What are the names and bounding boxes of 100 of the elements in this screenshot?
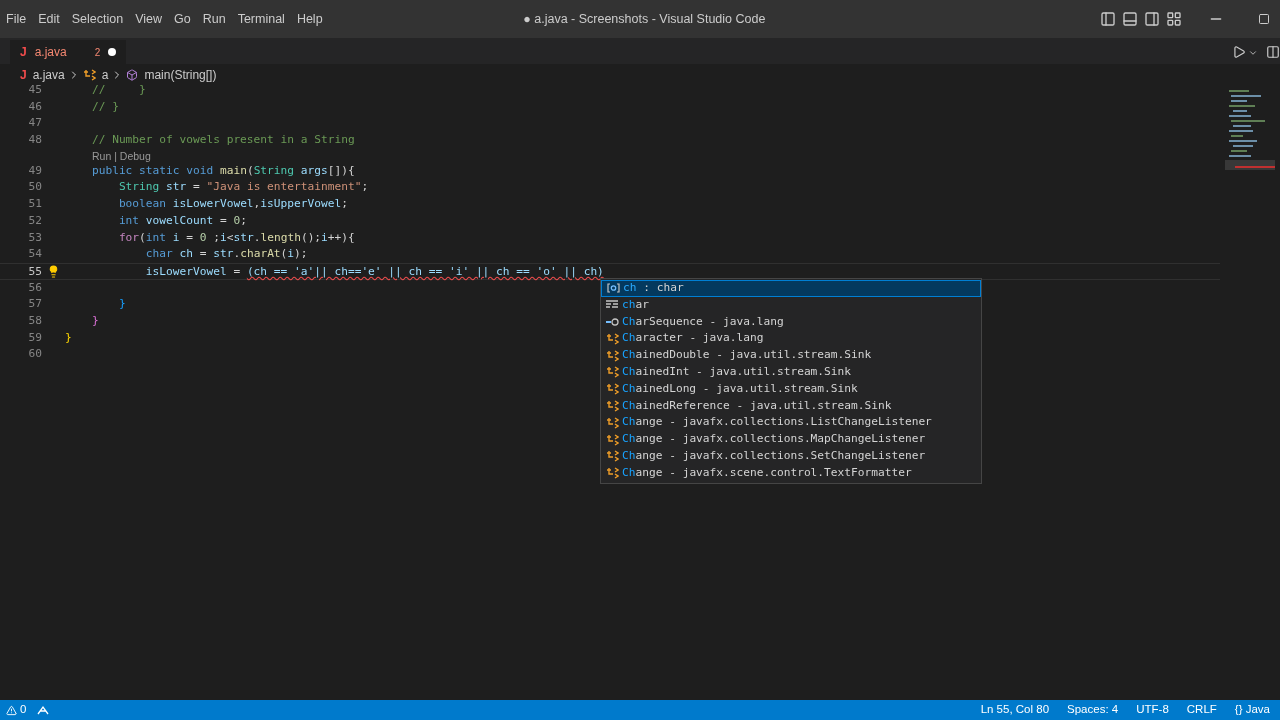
class-icon (605, 450, 619, 463)
interface-icon (605, 317, 619, 327)
class-icon (605, 467, 619, 480)
suggestion-label: char (622, 296, 649, 313)
run-icon[interactable] (1232, 45, 1246, 59)
editor-tab[interactable]: J a.java 2 (10, 40, 127, 64)
suggestion-item[interactable]: ChainedLong - java.util.stream.Sink (601, 380, 981, 398)
suggestion-label: Change - javafx.collections.SetChangeListener (622, 447, 926, 464)
suggestion-label: ChainedLong - java.util.stream.Sink (622, 380, 858, 397)
code-line: isLowerVowel = (ch == 'a'|| ch=='e' || ch == 'i' || ch == 'o' || ch) (144, 263, 604, 279)
suggestion-label: Character - java.lang (622, 330, 764, 347)
class-icon (605, 366, 619, 379)
menu-item[interactable]: Selection (65, 0, 130, 38)
class-icon (605, 416, 619, 429)
restore-icon[interactable] (1258, 13, 1270, 25)
toggle-panel-icon[interactable] (1122, 11, 1138, 27)
menu-item[interactable]: View (129, 0, 168, 38)
suggestion-label: Change - javafx.collections.MapChangeListener (622, 431, 926, 448)
caret-icon[interactable] (1248, 48, 1258, 58)
code-line: } (65, 329, 72, 346)
status-item[interactable]: Spaces: 4 (1063, 701, 1123, 719)
status-item[interactable]: {} Java (1230, 701, 1274, 719)
line-number: 51 (27, 196, 42, 213)
class-icon (82, 69, 96, 81)
suggestion-item[interactable]: ChainedDouble - java.util.stream.Sink (601, 347, 981, 364)
menu-item[interactable]: Terminal (231, 0, 291, 38)
suggestion-label: CharSequence - java.lang (622, 313, 784, 330)
window-title: ● a.java - Screenshots - Visual Studio Code (522, 10, 767, 28)
class-icon (605, 332, 619, 345)
breadcrumb-item[interactable]: a (101, 66, 109, 84)
method-icon (126, 69, 139, 81)
class-icon (605, 349, 619, 362)
menu-item[interactable]: Run (196, 0, 232, 38)
breadcrumb-item[interactable]: a.java (32, 66, 65, 84)
breadcrumb-item[interactable]: main(String[]) (144, 66, 217, 84)
status-item[interactable]: UTF-8 (1132, 701, 1173, 719)
class-icon (605, 383, 619, 396)
line-number: 47 (27, 115, 42, 132)
layout-icon[interactable] (1166, 11, 1182, 27)
codelens[interactable]: Run | Debug (92, 148, 151, 163)
status-item[interactable]: Ln 55, Col 80 (976, 701, 1054, 719)
split-editor-icon[interactable] (1266, 45, 1280, 59)
code-line: // } (90, 98, 119, 115)
suggestion-item[interactable]: CharSequence - java.lang (601, 313, 981, 331)
line-number: 58 (27, 312, 42, 329)
menu-item[interactable]: Go (168, 0, 197, 38)
suggestion-item[interactable]: Change - javafx.collections.MapChangeListener (601, 431, 981, 448)
line-number: 60 (27, 346, 42, 363)
code-line: // } (90, 82, 146, 98)
line-number: 45 (27, 82, 42, 98)
suggestion-label: Change - javafx.scene.control.TextFormatter (622, 464, 912, 481)
line-number: 56 (27, 279, 42, 296)
suggestion-item[interactable]: Change - javafx.collections.ListChangeListener (601, 414, 981, 432)
java-file-icon: J (20, 43, 27, 61)
suggestion-label: ChainedReference - java.util.stream.Sink (622, 397, 892, 414)
status-item[interactable]: CRLF (1182, 701, 1221, 719)
suggestion-item[interactable]: ChainedReference - java.util.stream.Sink (601, 397, 981, 415)
tab-label: a.java (34, 44, 67, 61)
broadcast-icon[interactable] (36, 705, 51, 715)
line-number: 59 (27, 329, 42, 346)
line-number: 52 (27, 212, 42, 229)
suggestion-label: ChainedInt - java.util.stream.Sink (622, 364, 852, 380)
suggestion-label: ch : char (623, 280, 684, 296)
suggestion-item[interactable]: ChainedInt - java.util.stream.Sink (601, 364, 981, 381)
line-number: 57 (27, 296, 42, 313)
toggle-sidebar-icon[interactable] (1100, 11, 1116, 27)
problems-count[interactable]: 0 (20, 701, 27, 719)
menu-item[interactable]: File (0, 0, 33, 38)
line-number: 53 (27, 229, 42, 246)
code-line: char ch = str.charAt(i); (144, 246, 308, 263)
class-icon (605, 399, 619, 412)
variable-icon (606, 283, 620, 294)
line-number: 48 (27, 132, 42, 149)
menu-item[interactable]: Help (290, 0, 329, 38)
suggestion-label: ChainedDouble - java.util.stream.Sink (622, 347, 872, 364)
code-line: // Number of vowels present in a String (90, 132, 355, 149)
line-number: 50 (27, 179, 42, 196)
menu-item[interactable]: Edit (32, 0, 66, 38)
problem-count: 2 (94, 45, 101, 60)
toggle-secondary-sidebar-icon[interactable] (1144, 11, 1160, 27)
line-number: 54 (27, 246, 42, 263)
suggestion-item[interactable]: Change - javafx.scene.control.TextFormatter (601, 464, 981, 482)
lightbulb-icon[interactable] (47, 264, 60, 278)
class-icon (605, 433, 619, 446)
suggestion-item[interactable]: Character - java.lang (601, 330, 981, 348)
code-line: public static void main(String args[]){ (90, 162, 355, 179)
suggestion-label: Change - javafx.collections.ListChangeListener (622, 414, 932, 431)
code-line: String str = "Java is entertainment"; (117, 179, 369, 196)
code-line: int vowelCount = 0; (117, 212, 247, 229)
suggestion-item[interactable]: ch : char (601, 280, 981, 297)
code-line: } (117, 296, 126, 313)
code-line: } (90, 312, 99, 329)
warning-icon (6, 704, 17, 716)
code-line: boolean isLowerVowel,isUpperVowel; (117, 196, 348, 213)
java-file-icon: J (20, 66, 27, 84)
suggestion-item[interactable]: char (601, 296, 981, 314)
keyword-icon (606, 300, 618, 311)
line-number: 55 (27, 263, 42, 279)
suggestion-item[interactable]: Change - javafx.collections.SetChangeListener (601, 447, 981, 465)
line-number: 46 (27, 98, 42, 115)
